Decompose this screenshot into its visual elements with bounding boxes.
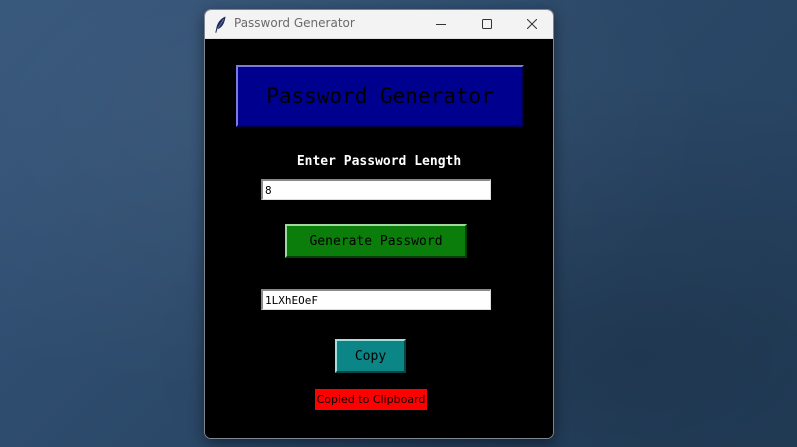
- generated-password-field[interactable]: 1LXhEOeF: [261, 289, 491, 310]
- maximize-icon: [482, 19, 492, 29]
- title-bar[interactable]: Password Generator: [205, 10, 553, 39]
- header-banner: Password Generator: [236, 65, 524, 127]
- copy-button[interactable]: Copy: [335, 339, 406, 373]
- password-length-label: Enter Password Length: [296, 154, 462, 169]
- copied-status-label: Copied to Clipboard: [315, 389, 427, 410]
- maximize-button[interactable]: [464, 10, 510, 38]
- password-length-input[interactable]: 8: [261, 179, 491, 200]
- app-window: Password Generator Password Generator En…: [204, 9, 554, 439]
- header-title: Password Generator: [266, 84, 494, 108]
- feather-icon: [215, 16, 226, 33]
- close-icon: [527, 19, 537, 29]
- close-button[interactable]: [509, 10, 553, 38]
- minimize-button[interactable]: [418, 10, 464, 38]
- minimize-icon: [436, 24, 446, 25]
- generate-password-button[interactable]: Generate Password: [285, 224, 467, 258]
- window-title: Password Generator: [234, 16, 355, 30]
- app-body: Password Generator Enter Password Length…: [205, 39, 553, 438]
